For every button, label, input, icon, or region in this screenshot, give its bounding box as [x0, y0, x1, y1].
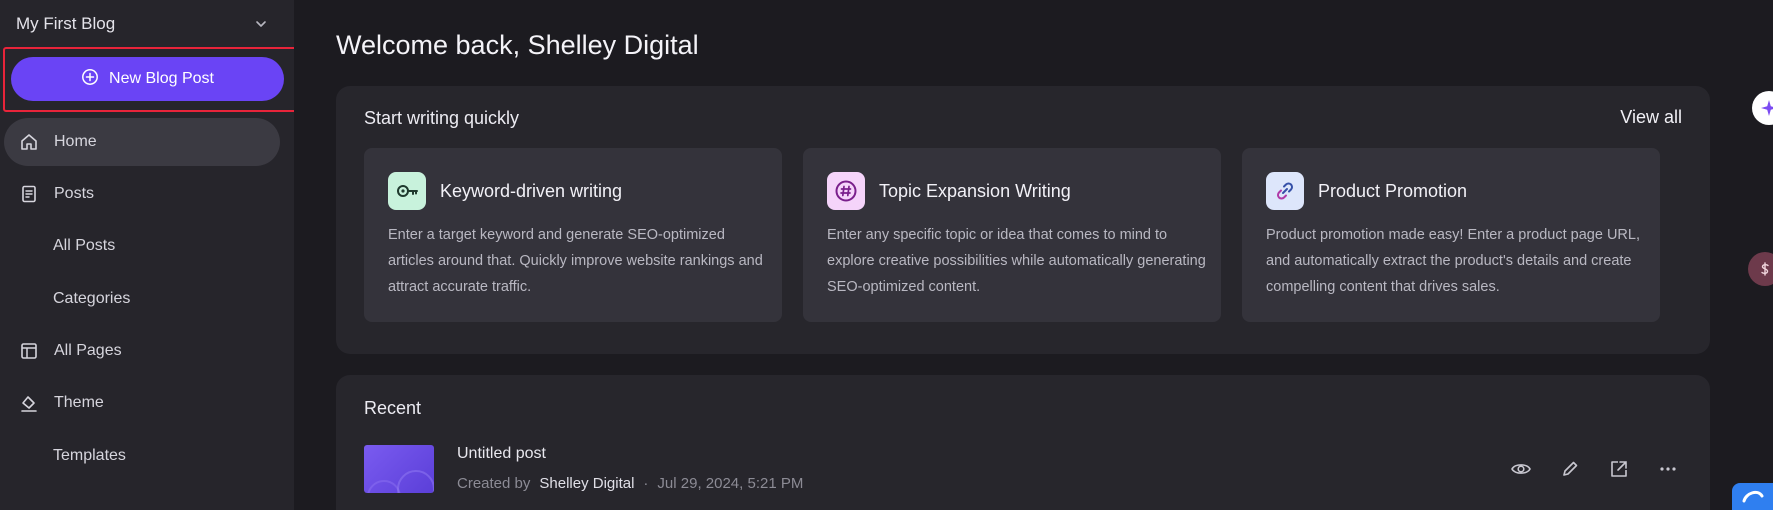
plus-circle-icon	[81, 68, 99, 91]
key-icon	[388, 172, 426, 210]
sidebar-item-label: All Pages	[54, 342, 122, 359]
recent-panel: Recent Untitled post Created by Shelley …	[336, 375, 1710, 510]
sidebar-item-label: Posts	[54, 185, 95, 202]
quick-start-heading: Start writing quickly	[364, 108, 520, 128]
sidebar-item-label: All Posts	[53, 237, 116, 254]
sidebar-item-label: Categories	[53, 290, 131, 307]
external-link-icon[interactable]	[1605, 455, 1633, 483]
document-icon	[18, 183, 40, 205]
card-description: Enter a target keyword and generate SEO-…	[388, 227, 763, 295]
card-title: Keyword-driven writing	[440, 181, 623, 201]
meta-separator: ·	[643, 475, 649, 492]
main-content: Welcome back, Shelley Digital Start writ…	[294, 0, 1773, 510]
post-title[interactable]: Untitled post	[457, 445, 546, 463]
hashtag-icon	[827, 172, 865, 210]
recent-heading: Recent	[364, 398, 422, 418]
layout-icon	[18, 340, 40, 362]
view-all-link[interactable]: View all	[1620, 107, 1682, 128]
post-thumbnail	[364, 445, 434, 493]
home-icon	[18, 131, 40, 153]
post-actions	[1507, 455, 1682, 483]
card-description: Product promotion made easy! Enter a pro…	[1266, 227, 1640, 295]
chevron-down-icon	[250, 13, 272, 35]
created-by-label: Created by	[457, 475, 531, 492]
card-description: Enter any specific topic or idea that co…	[827, 227, 1206, 295]
blog-name: My First Blog	[16, 14, 116, 33]
eye-icon[interactable]	[1507, 455, 1535, 483]
card-keyword-driven-writing[interactable]: Keyword-driven writing Enter a target ke…	[364, 148, 782, 322]
card-topic-expansion-writing[interactable]: Topic Expansion Writing Enter any specif…	[803, 148, 1221, 322]
sidebar-item-all-posts[interactable]: All Posts	[4, 222, 280, 270]
sidebar: My First Blog New Blog Post Home Posts A…	[0, 0, 305, 510]
sidebar-item-all-pages[interactable]: All Pages	[4, 327, 280, 375]
sidebar-item-theme[interactable]: Theme	[4, 379, 280, 427]
blog-selector[interactable]: My First Blog	[16, 10, 272, 38]
chat-support-icon[interactable]	[1732, 483, 1773, 510]
card-title: Topic Expansion Writing	[879, 181, 1071, 201]
post-date: Jul 29, 2024, 5:21 PM	[657, 475, 804, 492]
sidebar-item-label: Home	[54, 133, 97, 150]
post-meta: Created by Shelley Digital · Jul 29, 202…	[457, 475, 803, 492]
more-options-icon[interactable]	[1654, 455, 1682, 483]
card-product-promotion[interactable]: Product Promotion Product promotion made…	[1242, 148, 1660, 322]
sidebar-item-home[interactable]: Home	[4, 118, 280, 166]
post-author: Shelley Digital	[539, 475, 635, 492]
pencil-icon[interactable]	[1556, 455, 1584, 483]
sidebar-item-label: Theme	[54, 394, 104, 411]
link-icon	[1266, 172, 1304, 210]
sidebar-item-posts[interactable]: Posts	[4, 170, 280, 218]
card-title: Product Promotion	[1318, 181, 1468, 201]
sidebar-item-templates[interactable]: Templates	[4, 432, 280, 480]
app-window: My First Blog New Blog Post Home Posts A…	[0, 0, 1773, 510]
new-post-highlight: New Blog Post	[3, 47, 305, 112]
new-blog-post-button[interactable]: New Blog Post	[11, 57, 284, 101]
sidebar-item-categories[interactable]: Categories	[4, 275, 280, 323]
page-title: Welcome back, Shelley Digital	[336, 30, 699, 60]
quick-start-panel: Start writing quickly View all Keyword-d…	[336, 86, 1710, 354]
sidebar-item-label: Templates	[53, 447, 126, 464]
new-blog-post-label: New Blog Post	[109, 70, 214, 87]
paint-bucket-icon	[18, 392, 40, 414]
